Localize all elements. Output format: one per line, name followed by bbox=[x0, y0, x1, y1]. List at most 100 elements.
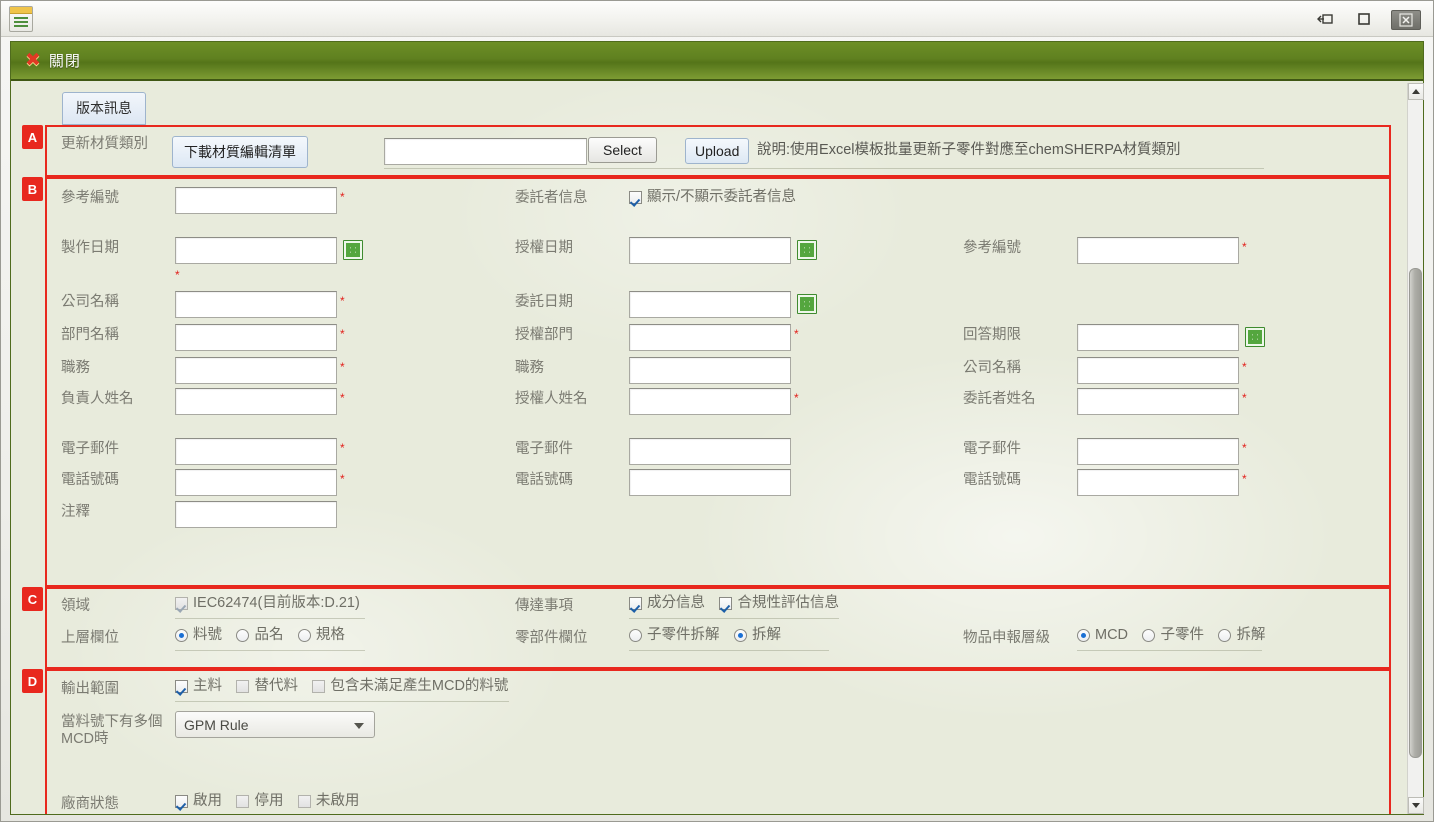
answer-deadline-input[interactable] bbox=[1077, 324, 1239, 351]
radio-spec[interactable] bbox=[297, 628, 311, 642]
multi-mcd-select-value: GPM Rule bbox=[184, 716, 249, 733]
field-label: 授權日期 bbox=[515, 240, 573, 256]
upload-button[interactable]: Upload bbox=[685, 138, 750, 164]
iec62474-label: IEC62474(目前版本:D.21) bbox=[193, 595, 360, 611]
output-scope-option-substitute-material[interactable]: 替代料 bbox=[236, 678, 298, 694]
declare-level-option-mcd[interactable]: MCD bbox=[1077, 627, 1128, 643]
field-row: 回答期限 bbox=[963, 324, 1265, 351]
radio-declare-breakdown[interactable] bbox=[1218, 628, 1232, 642]
declare-level-option-breakdown[interactable]: 拆解 bbox=[1218, 627, 1265, 643]
commission-date-input[interactable] bbox=[629, 291, 791, 318]
scrollbar-thumb[interactable] bbox=[1409, 268, 1422, 758]
email-input-2[interactable] bbox=[629, 438, 791, 465]
restore-down-icon[interactable] bbox=[1311, 11, 1341, 29]
company-name-input-2[interactable] bbox=[1077, 357, 1239, 384]
authorized-person-name-input[interactable] bbox=[629, 388, 791, 415]
required-marker: * bbox=[340, 441, 345, 455]
radio-sub-part[interactable] bbox=[1142, 628, 1156, 642]
responsible-person-name-input[interactable] bbox=[175, 388, 337, 415]
field-divider bbox=[175, 700, 509, 702]
checkbox-vendor-not-enabled[interactable] bbox=[297, 794, 311, 808]
vendor-status-option-disabled[interactable]: 停用 bbox=[236, 793, 283, 809]
job-title-input-2[interactable] bbox=[629, 357, 791, 384]
calendar-icon[interactable] bbox=[797, 240, 817, 260]
calendar-icon[interactable] bbox=[343, 240, 363, 260]
show-trustee-info-checkbox[interactable] bbox=[629, 190, 642, 204]
declare-level-option-sub-part[interactable]: 子零件 bbox=[1142, 627, 1204, 643]
radio-sub-part-breakdown[interactable] bbox=[629, 628, 642, 642]
iec62474-checkbox-item[interactable]: IEC62474(目前版本:D.21) bbox=[175, 595, 360, 611]
download-material-list-button[interactable]: 下載材質編輯清單 bbox=[172, 136, 308, 168]
job-title-input-1[interactable] bbox=[175, 357, 337, 384]
close-button[interactable]: ✖ 關閉 bbox=[25, 50, 81, 71]
phone-number-input-1[interactable] bbox=[175, 469, 337, 496]
email-input-1[interactable] bbox=[175, 438, 337, 465]
field-row: 電話號碼 * bbox=[61, 469, 345, 496]
section-d-output-filters: D 輸出範圍 主料 替代料 包含未滿足產生MCD的料號 當料號下有多個MCD時 … bbox=[22, 669, 1391, 814]
field-label: 電話號碼 bbox=[61, 472, 119, 488]
select-button[interactable]: Select bbox=[588, 137, 657, 163]
checkbox-include-unsatisfied-mcd-label: 包含未滿足產生MCD的料號 bbox=[330, 678, 509, 694]
tab-version-info[interactable]: 版本訊息 bbox=[62, 92, 146, 125]
vendor-status-option-not-enabled[interactable]: 未啟用 bbox=[297, 793, 359, 809]
scroll-down-button[interactable] bbox=[1408, 797, 1424, 814]
show-trustee-info-checkbox-item[interactable]: 顯示/不顯示委託者信息 bbox=[629, 189, 796, 205]
scroll-up-button[interactable] bbox=[1408, 83, 1424, 100]
authorized-department-input[interactable] bbox=[629, 324, 791, 351]
calendar-icon[interactable] bbox=[797, 294, 817, 314]
authorization-date-input[interactable] bbox=[629, 237, 791, 264]
close-icon[interactable] bbox=[1391, 10, 1421, 30]
email-input-3[interactable] bbox=[1077, 438, 1239, 465]
radio-breakdown[interactable] bbox=[733, 628, 747, 642]
calendar-icon[interactable] bbox=[1245, 327, 1265, 347]
domain-row: 領域 IEC62474(目前版本:D.21) bbox=[61, 595, 370, 619]
upper-field-option-product-name[interactable]: 品名 bbox=[236, 627, 283, 643]
company-name-input-1[interactable] bbox=[175, 291, 337, 318]
output-scope-option-include-unsatisfied[interactable]: 包含未滿足產生MCD的料號 bbox=[312, 678, 508, 694]
checkbox-main-material[interactable] bbox=[175, 679, 188, 693]
production-date-input[interactable] bbox=[175, 237, 337, 264]
vertical-scrollbar[interactable] bbox=[1407, 83, 1424, 814]
field-label: 部門名稱 bbox=[61, 327, 119, 343]
radio-product-name[interactable] bbox=[236, 628, 250, 642]
remark-input[interactable] bbox=[175, 501, 337, 528]
phone-number-input-2[interactable] bbox=[629, 469, 791, 496]
field-divider bbox=[1077, 649, 1262, 651]
reference-number-input-2[interactable] bbox=[1077, 237, 1239, 264]
material-file-input[interactable] bbox=[384, 138, 587, 165]
checkbox-include-unsatisfied-mcd[interactable] bbox=[312, 679, 326, 693]
trustee-name-input[interactable] bbox=[1077, 388, 1239, 415]
field-divider bbox=[175, 617, 365, 619]
checkbox-vendor-enabled[interactable] bbox=[175, 794, 188, 808]
department-name-input[interactable] bbox=[175, 324, 337, 351]
radio-mcd[interactable] bbox=[1077, 628, 1090, 642]
required-marker: * bbox=[1242, 472, 1247, 486]
maximize-icon[interactable] bbox=[1349, 11, 1379, 29]
declare-level-label: 物品申報層級 bbox=[963, 630, 1050, 646]
checkbox-substitute-material[interactable] bbox=[236, 679, 250, 693]
part-field-option-sub-part-breakdown[interactable]: 子零件拆解 bbox=[629, 627, 720, 643]
phone-number-input-3[interactable] bbox=[1077, 469, 1239, 496]
upper-field-option-spec[interactable]: 規格 bbox=[297, 627, 345, 643]
checkbox-compliance-info[interactable] bbox=[719, 596, 733, 610]
required-marker: * bbox=[794, 327, 799, 341]
iec62474-checkbox[interactable] bbox=[175, 596, 188, 610]
section-a-divider bbox=[384, 168, 1264, 169]
multi-mcd-select[interactable]: GPM Rule bbox=[175, 711, 375, 738]
field-row: 委託日期 bbox=[515, 291, 817, 318]
output-scope-option-main-material[interactable]: 主料 bbox=[175, 678, 222, 694]
upper-field-option-part-number[interactable]: 料號 bbox=[175, 627, 222, 643]
required-marker: * bbox=[1242, 391, 1247, 405]
x-icon: ✖ bbox=[25, 50, 41, 71]
vendor-status-option-enabled[interactable]: 啟用 bbox=[175, 793, 222, 809]
app-toolbar: ✖ 關閉 bbox=[11, 42, 1423, 81]
radio-part-number[interactable] bbox=[175, 628, 188, 642]
section-b-declaration-info: B 參考編號 * 製作日期 * 公司名稱 * 部門名稱 * 職務 * 負責人姓名… bbox=[22, 177, 1391, 587]
checkbox-vendor-disabled[interactable] bbox=[236, 794, 250, 808]
checkbox-composition-info[interactable] bbox=[629, 596, 642, 610]
part-field-option-breakdown[interactable]: 拆解 bbox=[733, 627, 781, 643]
reference-number-input-1[interactable] bbox=[175, 187, 337, 214]
vendor-status-label: 廠商狀態 bbox=[61, 796, 119, 812]
transmit-option-composition[interactable]: 成分信息 bbox=[629, 595, 705, 611]
transmit-option-compliance[interactable]: 合規性評估信息 bbox=[719, 595, 839, 611]
